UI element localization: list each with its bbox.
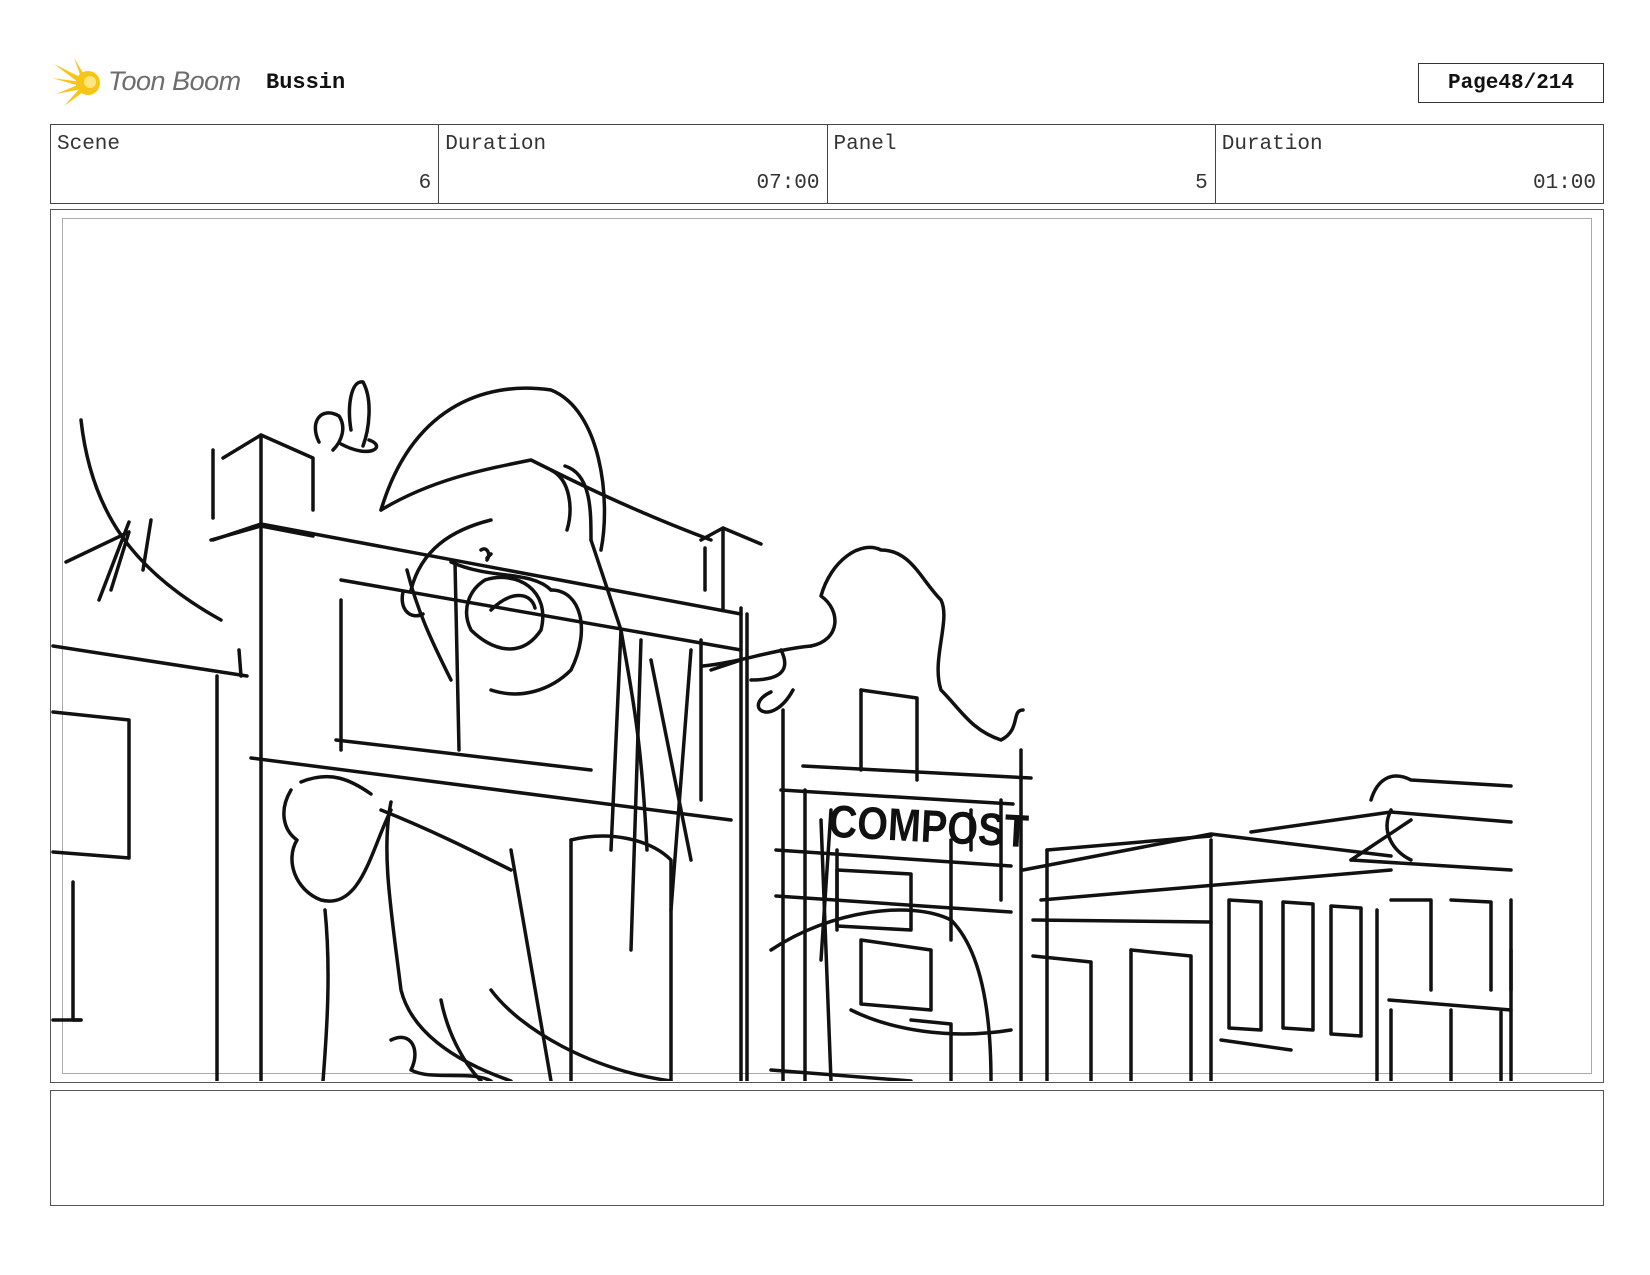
scene-label: Scene [57,133,121,156]
project-title: Bussin [266,70,346,95]
panel-duration-label: Duration [1221,133,1323,156]
page-number: 48/214 [1498,71,1575,95]
scene-value: 6 [418,172,432,195]
scene-duration-cell: Duration 07:00 [439,125,828,203]
panel-duration-cell: Duration 01:00 [1216,125,1603,203]
toon-boom-burst-icon [52,58,100,106]
left-building-sketch [51,418,249,1081]
toon-boom-logo: Toon Boom [52,56,252,108]
panel-label: Panel [833,133,897,156]
page-header: Toon Boom Bussin Page 48/214 [52,56,1604,108]
panel-value: 5 [1195,172,1208,195]
page-indicator: Page 48/214 [1418,63,1604,103]
storyboard-panel: COMPOST [50,209,1604,1083]
scene-duration-value: 07:00 [756,172,820,195]
panel-sketch: COMPOST [51,380,1513,1081]
scene-cell: Scene 6 [51,125,440,203]
scene-duration-label: Duration [445,133,547,156]
page-label: Page [1447,71,1499,95]
panel-cell: Panel 5 [828,125,1216,203]
right-buildings-sketch [1021,774,1513,1081]
middle-building-sketch [209,433,763,1081]
panel-notes-box [50,1090,1604,1206]
compost-sign-text: COMPOST [827,795,1029,857]
logo-text: Toon Boom [108,66,241,96]
character-sketch [282,380,743,1081]
scene-info-table: Scene 6 Duration 07:00 Panel 5 Duration … [50,124,1604,204]
panel-duration-value: 01:00 [1532,172,1596,195]
